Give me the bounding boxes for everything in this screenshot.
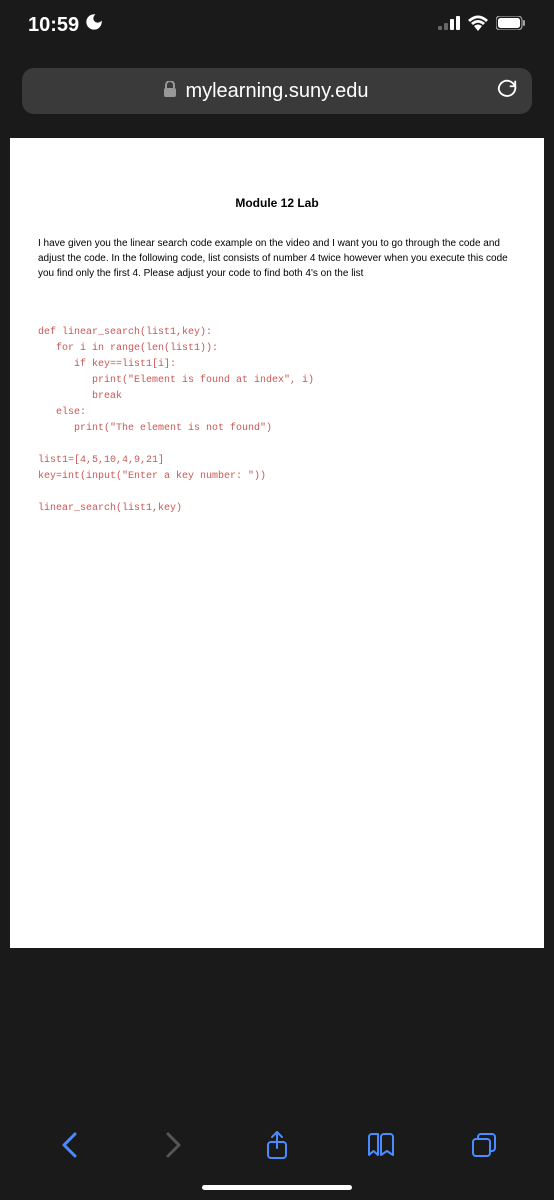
url-text: mylearning.suny.edu [185,80,368,103]
code-line: linear_search(list1,key) [38,503,182,514]
code-line: for i in range(len(list1)): [38,343,218,354]
moon-icon [85,13,103,37]
code-line: break [38,391,122,402]
code-block: def linear_search(list1,key): for i in r… [38,309,516,533]
code-line: list1=[4,5,10,4,9,21] [38,455,164,466]
back-button[interactable] [50,1125,90,1165]
code-line: else: [38,407,86,418]
code-line: if key==list1[i]: [38,359,176,370]
home-indicator[interactable] [202,1185,352,1190]
code-line: print("Element is found at index", i) [38,375,314,386]
code-line: def linear_search(list1,key): [38,327,212,338]
code-line: print("The element is not found") [38,423,272,434]
document-content[interactable]: Module 12 Lab I have given you the linea… [10,138,544,948]
address-center: mylearning.suny.edu [36,80,496,103]
battery-icon [496,16,526,35]
document-intro: I have given you the linear search code … [38,236,516,281]
cellular-icon [438,16,460,35]
share-button[interactable] [257,1125,297,1165]
status-bar: 10:59 [0,0,554,50]
forward-button [153,1125,193,1165]
document-title: Module 12 Lab [38,196,516,210]
address-bar[interactable]: mylearning.suny.edu [22,68,532,114]
code-line: key=int(input("Enter a key number: ")) [38,471,266,482]
refresh-icon[interactable] [496,78,518,105]
bookmarks-button[interactable] [361,1125,401,1165]
status-right [438,15,526,36]
wifi-icon [468,15,488,36]
status-left: 10:59 [28,13,103,37]
tabs-button[interactable] [464,1125,504,1165]
status-time: 10:59 [28,14,79,37]
lock-icon [163,81,177,102]
